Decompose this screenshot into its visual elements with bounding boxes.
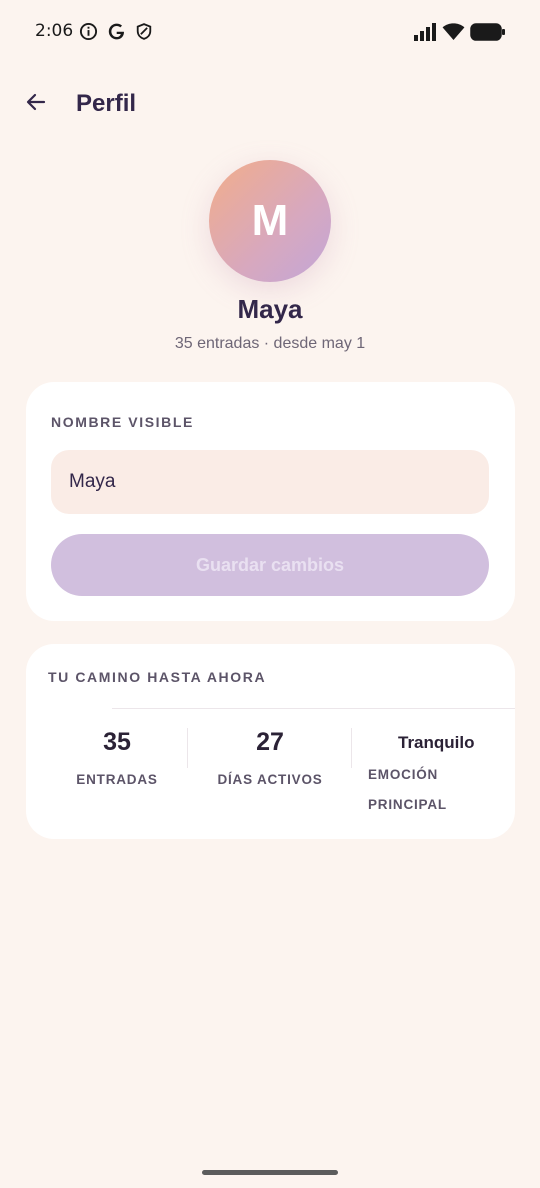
journey-stats-card: TU CAMINO HASTA AHORA 35 ENTRADAS 27 DÍA…	[26, 644, 515, 839]
avatar: M	[209, 160, 331, 282]
display-name-input[interactable]	[51, 450, 489, 514]
wifi-icon	[442, 22, 465, 46]
avatar-container: M	[0, 160, 540, 282]
arrow-back-icon	[24, 90, 48, 119]
stat-entries: 35 ENTRADAS	[48, 728, 186, 795]
stat-main-emotion-label-line2: PRINCIPAL	[368, 797, 447, 812]
profile-meta: 35 entradas · desde may 1	[174, 335, 366, 352]
home-indicator[interactable]	[202, 1170, 338, 1175]
journey-title: TU CAMINO HASTA AHORA	[48, 669, 267, 685]
back-button[interactable]	[18, 86, 54, 122]
save-changes-button[interactable]: Guardar cambios	[51, 534, 489, 596]
page-title: Perfil	[76, 90, 137, 117]
battery-icon	[470, 23, 506, 46]
stat-main-emotion-label-line1: EMOCIÓN	[368, 767, 439, 782]
stat-active-days: 27 DÍAS ACTIVOS	[198, 728, 342, 795]
info-icon	[79, 22, 98, 46]
divider	[112, 708, 515, 709]
status-bar: 2:06	[0, 0, 540, 64]
stat-separator	[351, 728, 352, 768]
signal-icon	[413, 23, 436, 46]
display-name-card: NOMBRE VISIBLE Guardar cambios	[26, 382, 515, 621]
stat-entries-value: 35	[103, 728, 131, 756]
status-time: 2:06	[35, 21, 74, 41]
stat-main-emotion: Tranquilo EMOCIÓN PRINCIPAL	[368, 728, 508, 820]
stat-main-emotion-value: Tranquilo	[398, 733, 475, 752]
profile-name: Maya	[237, 294, 303, 324]
display-name-label: NOMBRE VISIBLE	[51, 414, 194, 430]
shield-icon	[135, 22, 153, 46]
stat-active-days-label: DÍAS ACTIVOS	[217, 772, 323, 787]
stat-entries-label: ENTRADAS	[76, 772, 158, 787]
app-bar: Perfil	[0, 72, 540, 136]
stat-separator	[187, 728, 188, 768]
stat-active-days-value: 27	[256, 728, 284, 756]
google-icon	[107, 22, 126, 46]
